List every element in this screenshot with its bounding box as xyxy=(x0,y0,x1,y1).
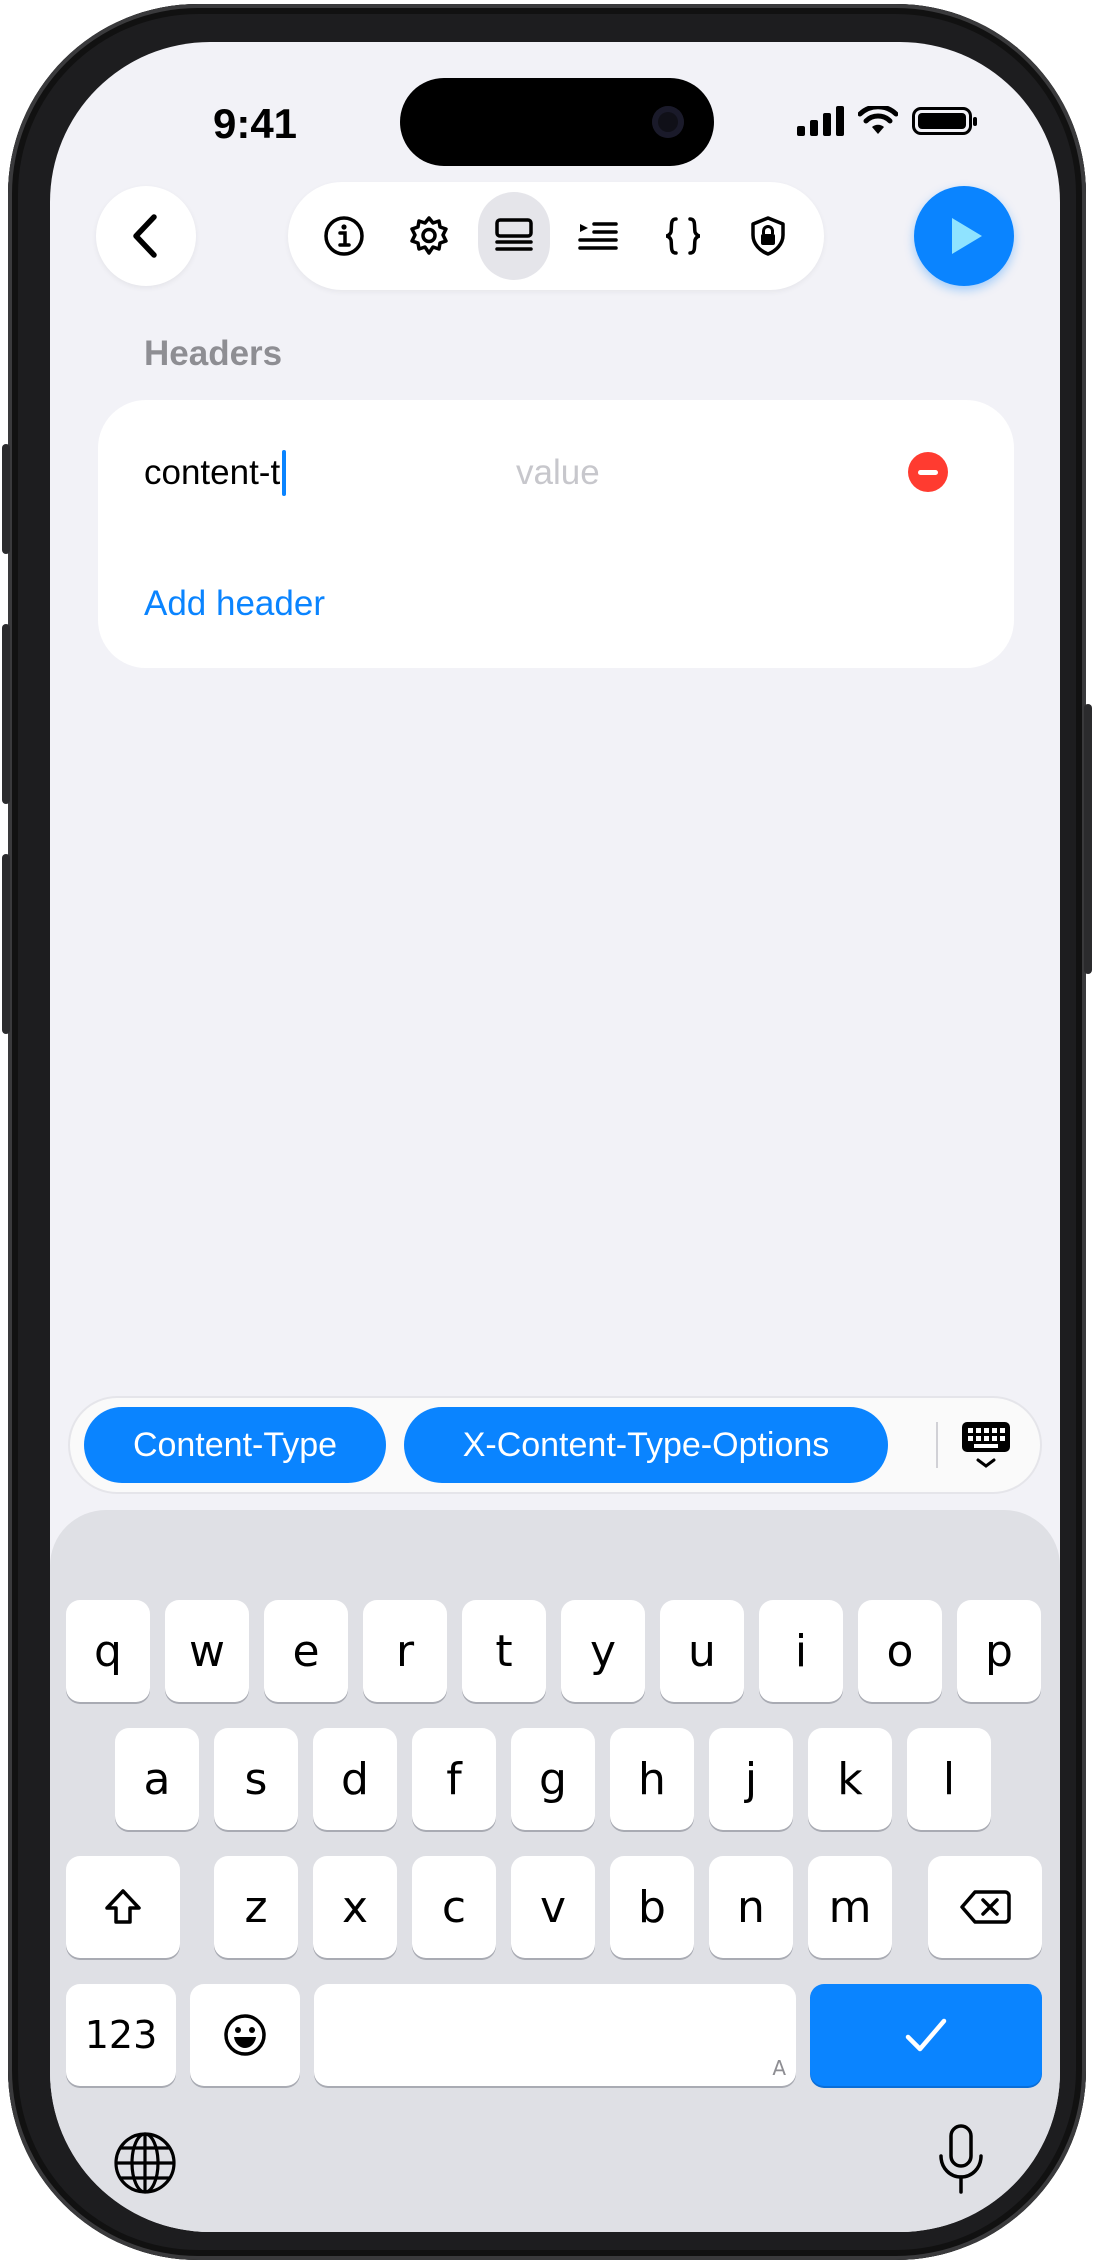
request-toolbar xyxy=(288,182,824,290)
status-time: 9:41 xyxy=(212,100,298,147)
key-i[interactable]: i xyxy=(759,1600,843,1702)
shift-key[interactable] xyxy=(66,1856,180,1958)
suggestion-chip[interactable]: Content-Type xyxy=(84,1407,386,1483)
key-j[interactable]: j xyxy=(709,1728,793,1830)
key-u[interactable]: u xyxy=(660,1600,744,1702)
text-cursor xyxy=(282,450,287,496)
key-k[interactable]: k xyxy=(808,1728,892,1830)
braces-icon xyxy=(665,217,701,255)
action-button xyxy=(2,444,10,554)
dictation-button[interactable] xyxy=(936,2122,986,2201)
send-request-button[interactable] xyxy=(914,186,1014,286)
tab-info[interactable] xyxy=(308,192,380,280)
key-q[interactable]: q xyxy=(66,1600,150,1702)
key-w[interactable]: w xyxy=(165,1600,249,1702)
keyboard: q w e r t y u i o p a s d f g h j k l z … xyxy=(50,1510,1060,2232)
divider xyxy=(936,1422,938,1468)
tab-body[interactable] xyxy=(647,192,719,280)
key-r[interactable]: r xyxy=(363,1600,447,1702)
checkmark-icon xyxy=(905,2018,947,2052)
play-icon xyxy=(952,218,982,254)
power-button xyxy=(1084,704,1092,974)
info-icon xyxy=(324,216,365,256)
minus-icon xyxy=(918,469,938,475)
key-d[interactable]: d xyxy=(313,1728,397,1830)
screen: 9:41 Headers content-t value Add header … xyxy=(50,42,1060,2232)
key-a[interactable]: a xyxy=(115,1728,199,1830)
key-g[interactable]: g xyxy=(511,1728,595,1830)
key-m[interactable]: m xyxy=(808,1856,892,1958)
key-v[interactable]: v xyxy=(511,1856,595,1958)
key-x[interactable]: x xyxy=(313,1856,397,1958)
status-icons xyxy=(797,106,977,136)
cellular-signal-icon xyxy=(797,106,844,136)
phone-frame: 9:41 Headers content-t value Add header … xyxy=(2,4,1092,2260)
tab-auth[interactable] xyxy=(732,192,804,280)
headers-card: content-t value Add header xyxy=(98,400,1014,668)
wifi-icon xyxy=(858,106,898,134)
key-c[interactable]: c xyxy=(412,1856,496,1958)
keyboard-dismiss-button[interactable] xyxy=(960,1418,1012,1477)
header-key-text: content-t xyxy=(144,453,281,492)
emoji-key[interactable] xyxy=(190,1984,300,2086)
key-z[interactable]: z xyxy=(214,1856,298,1958)
key-h[interactable]: h xyxy=(610,1728,694,1830)
headers-list-icon xyxy=(494,218,533,251)
lock-shield-icon xyxy=(750,216,785,256)
tab-headers[interactable] xyxy=(477,192,550,280)
header-key-field[interactable]: content-t xyxy=(144,450,287,496)
globe-icon xyxy=(114,2132,176,2194)
numbers-key[interactable]: 123 xyxy=(66,1984,176,2086)
microphone-icon xyxy=(939,2124,983,2194)
done-key[interactable] xyxy=(810,1984,1042,2086)
key-o[interactable]: o xyxy=(858,1600,942,1702)
camera-icon xyxy=(652,106,684,138)
key-p[interactable]: p xyxy=(957,1600,1041,1702)
header-suggestions-bar: Content-Type X-Content-Type-Options xyxy=(70,1398,1040,1492)
space-key[interactable]: A xyxy=(314,1984,796,2086)
key-s[interactable]: s xyxy=(214,1728,298,1830)
header-value-field[interactable]: value xyxy=(516,453,600,493)
suggestion-chip[interactable]: X-Content-Type-Options xyxy=(404,1407,888,1483)
back-button[interactable] xyxy=(96,186,196,286)
tab-params[interactable] xyxy=(562,192,634,280)
gear-icon xyxy=(410,216,448,255)
section-title: Headers xyxy=(144,334,283,373)
add-header-button[interactable]: Add header xyxy=(144,584,325,624)
backspace-icon xyxy=(960,1890,1011,1924)
dynamic-island xyxy=(400,78,714,166)
battery-icon xyxy=(912,107,977,135)
globe-button[interactable] xyxy=(112,2130,178,2201)
key-e[interactable]: e xyxy=(264,1600,348,1702)
key-y[interactable]: y xyxy=(561,1600,645,1702)
key-b[interactable]: b xyxy=(610,1856,694,1958)
volume-down-button xyxy=(2,854,10,1034)
key-n[interactable]: n xyxy=(709,1856,793,1958)
emoji-icon xyxy=(224,2014,266,2056)
key-f[interactable]: f xyxy=(412,1728,496,1830)
key-t[interactable]: t xyxy=(462,1600,546,1702)
space-hint: A xyxy=(772,2056,786,2080)
keyboard-icon xyxy=(962,1422,1010,1468)
chevron-left-icon xyxy=(133,214,157,258)
params-list-icon xyxy=(578,222,619,250)
key-l[interactable]: l xyxy=(907,1728,991,1830)
remove-header-button[interactable] xyxy=(908,452,948,492)
volume-up-button xyxy=(2,624,10,804)
tab-settings[interactable] xyxy=(393,192,465,280)
delete-key[interactable] xyxy=(928,1856,1042,1958)
shift-icon xyxy=(105,1889,141,1924)
